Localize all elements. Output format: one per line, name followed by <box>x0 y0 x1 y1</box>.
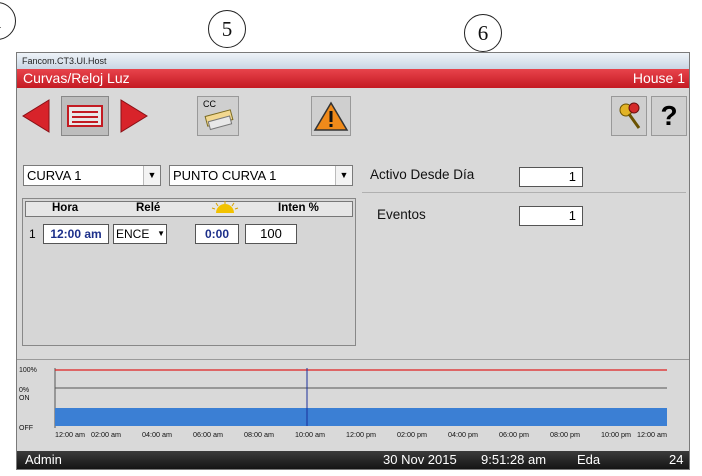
point-select[interactable]: PUNTO CURVA 1 ▼ <box>169 165 353 186</box>
point-select-value: PUNTO CURVA 1 <box>173 168 277 183</box>
y-tick-label: OFF <box>19 425 33 432</box>
list-icon <box>67 105 103 127</box>
curve-select-value: CURVA 1 <box>27 168 82 183</box>
next-button[interactable] <box>117 96 151 136</box>
status-bar: Admin 30 Nov 2015 9:51:28 am Eda 24 <box>17 451 689 469</box>
copy-label: CC <box>203 99 216 109</box>
app-window: Fancom.CT3.UI.Host Curvas/Reloj Luz Hous… <box>16 52 690 470</box>
row-number: 1 <box>29 227 36 241</box>
copy-curve-button[interactable]: CC <box>197 96 239 136</box>
y-tick-label: ON <box>19 395 30 402</box>
chart-svg: 100% 0%ON OFF 12:00 am 02:00 am 04:00 am 06:00… <box>19 367 667 439</box>
arrow-left-icon <box>22 99 50 133</box>
keys-button[interactable] <box>611 96 647 136</box>
col-rele: Relé <box>136 202 161 214</box>
relay-bar <box>565 408 616 426</box>
y-tick-label: 0% <box>19 387 29 394</box>
relay-bar <box>55 408 106 426</box>
chevron-down-icon: ▼ <box>335 166 352 185</box>
status-user: Admin <box>25 452 62 467</box>
relay-bar <box>106 408 157 426</box>
eventos-input[interactable]: 1 <box>519 206 583 226</box>
col-hora: Hora <box>52 202 79 214</box>
x-tick-label: 04:00 am <box>142 430 172 439</box>
chevron-down-icon: ▼ <box>143 166 160 185</box>
relay-bar <box>259 408 310 426</box>
intensity-input[interactable]: 100 <box>245 224 297 244</box>
callout-1: 1 <box>0 2 16 40</box>
prev-button[interactable] <box>21 96 53 136</box>
y-tick-label: 100% <box>19 367 37 374</box>
status-date: 30 Nov 2015 <box>383 452 457 467</box>
window-titlebar: Fancom.CT3.UI.Host <box>17 53 689 69</box>
list-button[interactable] <box>61 96 109 136</box>
relay-bar <box>208 408 259 426</box>
x-tick-label: 04:00 pm <box>448 430 478 439</box>
activo-input[interactable]: 1 <box>519 167 583 187</box>
keys-icon <box>619 102 641 129</box>
page-title: Curvas/Reloj Luz <box>23 70 130 86</box>
x-tick-label: 12:00 am <box>55 430 85 439</box>
help-button[interactable]: ? <box>651 96 687 136</box>
relay-bar <box>463 408 514 426</box>
divider <box>362 192 686 193</box>
x-tick-label: 06:00 pm <box>499 430 529 439</box>
callout-6: 6 <box>464 14 502 52</box>
x-tick-label: 02:00 am <box>91 430 121 439</box>
page-header: Curvas/Reloj Luz House 1 <box>17 69 689 88</box>
x-tick-label: 08:00 am <box>244 430 274 439</box>
chevron-down-icon: ▼ <box>157 229 165 238</box>
relay-bar <box>412 408 463 426</box>
house-label: House 1 <box>632 70 685 86</box>
toolbar: CC ? <box>17 88 689 144</box>
time-input[interactable]: 12:00 am <box>43 224 109 244</box>
relay-bar <box>310 408 361 426</box>
x-tick-label: 02:00 pm <box>397 430 427 439</box>
dawn-input[interactable]: 0:00 <box>195 224 239 244</box>
x-tick-label: 10:00 pm <box>601 430 631 439</box>
status-time: 9:51:28 am <box>481 452 547 467</box>
x-tick-label: 08:00 pm <box>550 430 580 439</box>
activo-label: Activo Desde Día <box>370 167 475 182</box>
light-curve-chart: 100% 0% ON OFF 12:00 am 02:00 am 04:00 am 06:00… <box>17 359 689 454</box>
x-tick-label: 12:00 pm <box>346 430 376 439</box>
table-header: Hora Relé Inten % <box>25 201 353 217</box>
eventos-label: Eventos <box>377 207 426 222</box>
help-icon: ? <box>660 100 678 131</box>
relay-bar <box>157 408 208 426</box>
relay-bar <box>361 408 412 426</box>
status-value: 24 <box>669 452 684 467</box>
curve-select[interactable]: CURVA 1 ▼ <box>23 165 161 186</box>
relay-select[interactable]: ENCE ▼ <box>113 224 167 244</box>
relay-bar <box>514 408 565 426</box>
col-inten: Inten % <box>278 202 319 214</box>
x-tick-label: 06:00 am <box>193 430 223 439</box>
relay-bar <box>616 408 667 426</box>
status-mode: Eda <box>577 452 601 467</box>
relay-value: ENCE <box>116 227 150 241</box>
x-tick-label: 10:00 am <box>295 430 325 439</box>
sunrise-icon <box>210 201 240 218</box>
callout-5: 5 <box>208 10 246 48</box>
events-table: Hora Relé Inten % 1 12:00 am ENCE ▼ 0:00… <box>22 198 356 346</box>
warning-icon <box>313 101 349 131</box>
arrow-right-icon <box>120 99 148 133</box>
warning-button[interactable] <box>311 96 351 136</box>
x-tick-label: 12:00 am <box>637 430 667 439</box>
